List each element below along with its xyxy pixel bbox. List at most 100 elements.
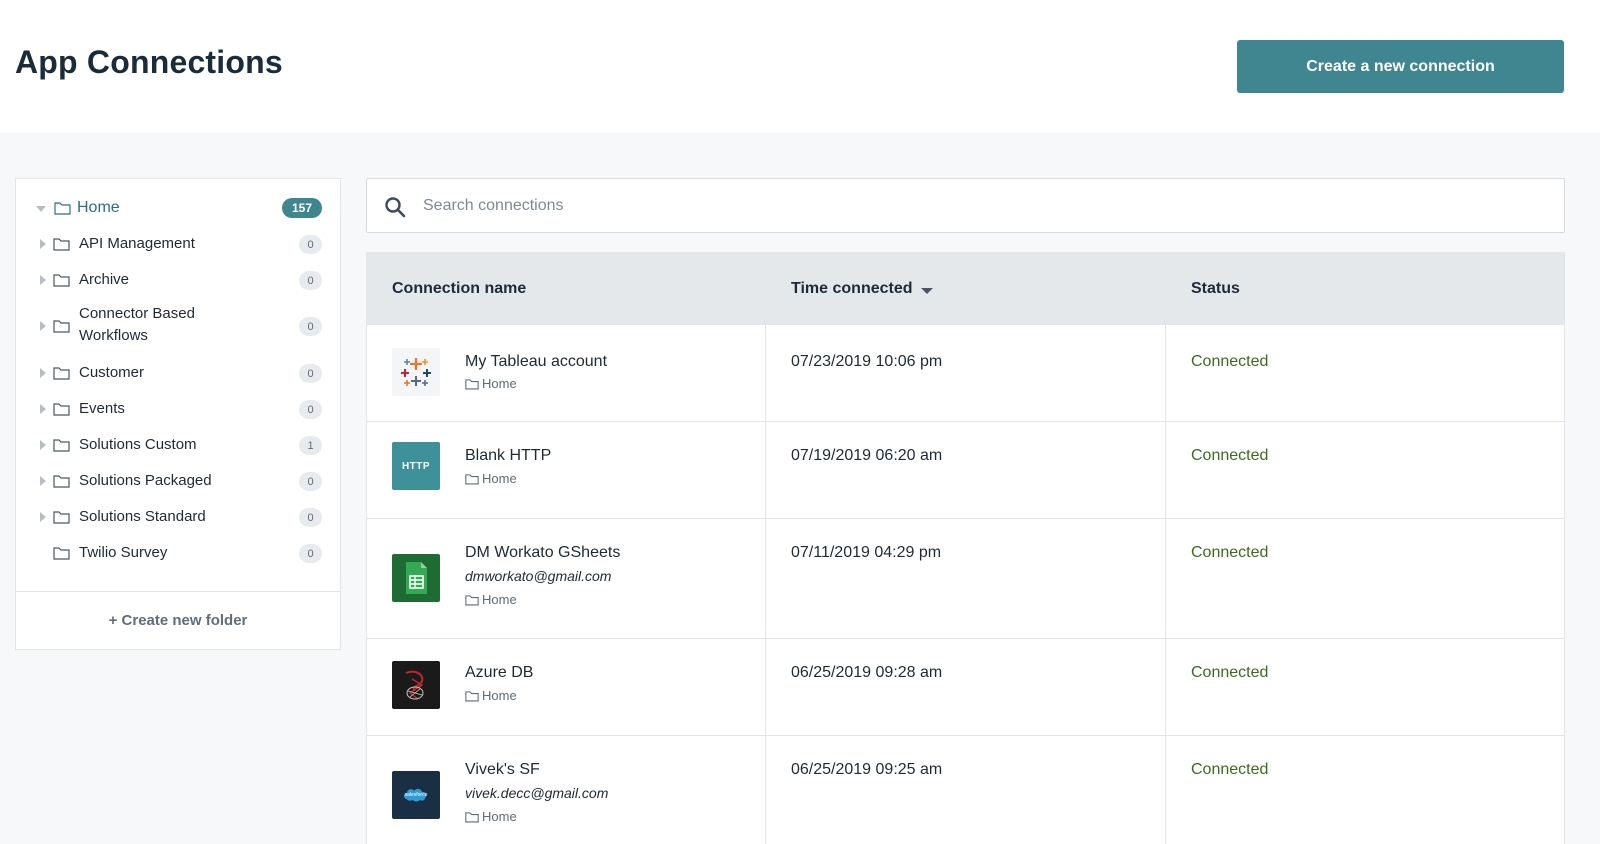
folder-icon (53, 403, 70, 416)
table-row[interactable]: salesforce Vivek's SF vivek.decc@gmail.c… (367, 736, 1564, 844)
caret-down-icon[interactable] (36, 204, 46, 214)
sort-descending-icon[interactable] (920, 287, 933, 294)
folder-label: Twilio Survey (79, 544, 168, 561)
connection-time: 07/11/2019 04:29 pm (791, 544, 942, 561)
search-input[interactable] (423, 191, 1523, 221)
folder-label: Solutions Standard (79, 508, 206, 525)
google-sheets-logo-icon (392, 554, 440, 602)
folder-count-badge: 0 (299, 544, 322, 563)
table-row[interactable]: My Tableau account Home 07/23/2019 10:06… (367, 325, 1564, 422)
folder-item-archive[interactable]: Archive 0 (16, 268, 340, 292)
column-header-status[interactable]: Status (1191, 280, 1240, 298)
folder-icon (53, 475, 70, 488)
folder-label: Home (482, 688, 517, 703)
caret-right-icon[interactable] (38, 440, 48, 450)
folder-count-badge: 0 (299, 472, 322, 491)
folder-icon (465, 594, 479, 605)
folder-item-events[interactable]: Events 0 (16, 397, 340, 421)
folder-item-solutions-standard[interactable]: Solutions Standard 0 (16, 505, 340, 529)
folder-label: API Management (79, 235, 195, 252)
connection-name[interactable]: DM Workato GSheets (465, 544, 620, 562)
connection-time: 06/25/2019 09:28 am (791, 664, 943, 681)
create-folder-link[interactable]: + Create new folder (16, 612, 340, 629)
folder-count-badge: 0 (299, 317, 322, 336)
connection-folder: Home (465, 809, 517, 824)
column-header-label: Time connected (791, 280, 913, 297)
caret-right-icon[interactable] (38, 239, 48, 249)
folder-icon (53, 367, 70, 380)
caret-right-icon[interactable] (38, 476, 48, 486)
folder-count-badge: 0 (299, 271, 322, 290)
folder-count-badge: 157 (282, 198, 322, 218)
folder-sidebar: Home 157 API Management 0 Archive 0 Conn… (15, 178, 341, 650)
folder-label: Home (482, 376, 517, 391)
folder-icon (465, 811, 479, 822)
column-header-label: Status (1191, 280, 1240, 297)
caret-right-icon[interactable] (38, 368, 48, 378)
folder-icon (53, 547, 70, 560)
caret-right-icon[interactable] (38, 321, 48, 331)
connection-folder: Home (465, 471, 517, 486)
create-connection-button[interactable]: Create a new connection (1237, 40, 1564, 93)
table-row[interactable]: Azure DB Home 06/25/2019 09:28 am Connec… (367, 639, 1564, 736)
folder-icon (53, 320, 70, 333)
search-icon (385, 197, 406, 218)
column-divider (1165, 325, 1166, 844)
caret-right-icon[interactable] (38, 512, 48, 522)
folder-label: Home (482, 809, 517, 824)
tableau-logo-icon (392, 348, 440, 396)
folder-icon (465, 690, 479, 701)
status-text: Connected (1191, 353, 1269, 370)
folder-label: Archive (79, 271, 130, 288)
table-row[interactable]: HTTP Blank HTTP Home 07/19/2019 06:20 am… (367, 422, 1564, 519)
folder-item-api-management[interactable]: API Management 0 (16, 232, 340, 256)
table-row[interactable]: DM Workato GSheets dmworkato@gmail.com H… (367, 519, 1564, 639)
folder-label: Connector Based Workflows (79, 305, 195, 344)
search-box (366, 178, 1565, 233)
folder-item-twilio-survey[interactable]: Twilio Survey 0 (16, 541, 340, 565)
http-logo-icon: HTTP (392, 442, 440, 490)
column-divider (765, 325, 766, 844)
folder-item-solutions-packaged[interactable]: Solutions Packaged 0 (16, 469, 340, 493)
status-text: Connected (1191, 664, 1269, 681)
column-header-time[interactable]: Time connected (791, 280, 933, 298)
folder-count-badge: 0 (299, 508, 322, 527)
connection-folder: Home (465, 688, 517, 703)
connection-folder: Home (465, 376, 517, 391)
folder-item-customer[interactable]: Customer 0 (16, 361, 340, 385)
connection-name[interactable]: Vivek's SF (465, 761, 540, 779)
connection-time: 06/25/2019 09:25 am (791, 761, 943, 778)
folder-count-badge: 1 (299, 436, 322, 455)
folder-item-connector-based-workflows[interactable]: Connector Based Workflows 0 (16, 303, 340, 349)
page-title: App Connections (15, 44, 283, 80)
folder-icon (465, 473, 479, 484)
folder-label: Events (79, 400, 125, 417)
status-text: Connected (1191, 544, 1269, 561)
caret-right-icon[interactable] (38, 404, 48, 414)
folder-icon (54, 202, 71, 215)
connections-table: Connection name Time connected Status My… (366, 252, 1565, 844)
folder-icon (53, 238, 70, 251)
sql-server-logo-icon (392, 661, 440, 709)
column-header-name[interactable]: Connection name (392, 280, 526, 298)
folder-label: Home (482, 471, 517, 486)
folder-count-badge: 0 (299, 235, 322, 254)
folder-label: Solutions Packaged (79, 472, 212, 489)
salesforce-logo-text: salesforce (404, 792, 428, 798)
folder-icon (53, 511, 70, 524)
connection-folder: Home (465, 592, 517, 607)
connection-name[interactable]: Azure DB (465, 664, 533, 682)
folder-count-badge: 0 (299, 364, 322, 383)
connection-email: vivek.decc@gmail.com (465, 785, 609, 801)
connection-name[interactable]: Blank HTTP (465, 447, 551, 465)
folder-item-home[interactable]: Home 157 (16, 196, 340, 220)
http-logo-text: HTTP (401, 460, 431, 472)
folder-item-solutions-custom[interactable]: Solutions Custom 1 (16, 433, 340, 457)
caret-right-icon[interactable] (38, 275, 48, 285)
divider (16, 591, 340, 592)
status-text: Connected (1191, 761, 1269, 778)
table-header: Connection name Time connected Status (367, 252, 1564, 325)
connection-name[interactable]: My Tableau account (465, 353, 607, 371)
connection-time: 07/23/2019 10:06 pm (791, 353, 943, 370)
folder-label: Solutions Custom (79, 436, 197, 453)
